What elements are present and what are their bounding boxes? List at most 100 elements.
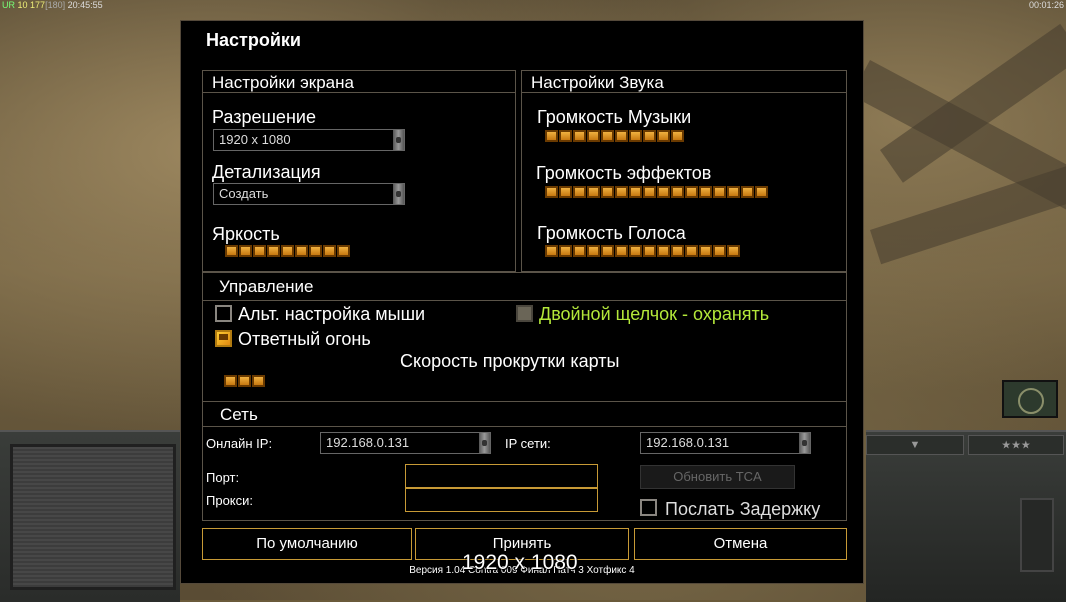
static-screen — [10, 444, 176, 590]
update-tca-button[interactable]: Обновить TCA — [640, 465, 795, 489]
section-title: Управление — [203, 273, 846, 301]
send-delay-checkbox[interactable] — [640, 499, 657, 516]
tab-down-button[interactable]: ▼ — [866, 435, 964, 455]
hud-clock: 20:45:55 — [67, 0, 103, 10]
hud-value: 177 — [30, 0, 46, 10]
double-click-checkbox[interactable] — [516, 305, 533, 322]
dropdown-arrow-icon — [393, 130, 404, 150]
slider-segment — [699, 186, 712, 198]
slider-segment — [309, 245, 322, 257]
alt-mouse-checkbox[interactable] — [215, 305, 232, 322]
return-fire-label: Ответный огонь — [238, 329, 371, 349]
scroll-speed-label: Скорость прокрутки карты — [400, 351, 620, 371]
cancel-button[interactable]: Отмена — [634, 528, 847, 560]
game-control-panel-left — [0, 430, 180, 602]
slider-segment — [643, 186, 656, 198]
slider-segment — [713, 245, 726, 257]
slider-segment — [225, 245, 238, 257]
dialog-title: Настройки — [206, 30, 301, 50]
slider-segment — [323, 245, 336, 257]
side-slot — [1020, 498, 1054, 572]
resolution-overlay-text: 1920 x 1080 — [462, 551, 578, 574]
slider-segment — [239, 245, 252, 257]
default-button[interactable]: По умолчанию — [202, 528, 412, 560]
music-volume-slider[interactable] — [545, 130, 685, 142]
slider-segment — [699, 245, 712, 257]
online-ip-value: 192.168.0.131 — [326, 435, 410, 450]
slider-segment — [253, 245, 266, 257]
music-volume-label: Громкость Музыки — [537, 107, 692, 127]
scroll-speed-slider[interactable] — [224, 375, 266, 387]
slider-segment — [601, 130, 614, 142]
section-title: Сеть — [203, 402, 846, 427]
slider-segment — [238, 375, 251, 387]
section-title: Настройки Звука — [522, 71, 846, 93]
chevron-down-icon: ▼ — [909, 439, 921, 451]
slider-segment — [643, 245, 656, 257]
dropdown-arrow-icon — [799, 433, 810, 453]
voice-volume-label: Громкость Голоса — [537, 223, 686, 243]
slider-segment — [601, 245, 614, 257]
slider-segment — [587, 245, 600, 257]
slider-segment — [615, 245, 628, 257]
lan-ip-dropdown[interactable]: 192.168.0.131 — [640, 432, 811, 454]
slider-segment — [573, 130, 586, 142]
slider-segment — [587, 130, 600, 142]
slider-segment — [615, 130, 628, 142]
radar-button[interactable] — [1002, 380, 1058, 418]
hud-label: UR — [2, 0, 15, 10]
slider-segment — [573, 245, 586, 257]
hud-stats: UR 10 177[180] 20:45:55 — [2, 0, 103, 10]
radar-icon — [1018, 388, 1044, 414]
slider-segment — [337, 245, 350, 257]
hud-value: 10 — [17, 0, 28, 10]
double-click-label: Двойной щелчок - охранять — [539, 304, 770, 324]
slider-segment — [657, 186, 670, 198]
slider-segment — [601, 186, 614, 198]
slider-segment — [727, 186, 740, 198]
slider-segment — [587, 186, 600, 198]
return-fire-checkbox[interactable] — [215, 330, 232, 347]
detail-dropdown[interactable]: Создать — [213, 183, 405, 205]
lan-ip-value: 192.168.0.131 — [646, 435, 730, 450]
port-label: Порт: — [206, 470, 240, 485]
resolution-dropdown[interactable]: 1920 x 1080 — [213, 129, 405, 151]
effects-volume-slider[interactable] — [545, 186, 769, 198]
hud-top-bar: UR 10 177[180] 20:45:55 00:01:26 — [0, 0, 1066, 10]
hud-game-timer: 00:01:26 — [1028, 0, 1064, 10]
slider-segment — [755, 186, 768, 198]
slider-segment — [559, 186, 572, 198]
slider-segment — [267, 245, 280, 257]
section-title: Настройки экрана — [203, 71, 515, 93]
dropdown-arrow-icon — [393, 184, 404, 204]
tab-stars-button[interactable]: ★★★ — [968, 435, 1064, 455]
proxy-input[interactable] — [405, 488, 598, 512]
detail-value: Создать — [219, 186, 269, 201]
slider-segment — [727, 245, 740, 257]
slider-segment — [295, 245, 308, 257]
send-delay-label: Послать Задержку — [665, 499, 821, 519]
proxy-label: Прокси: — [206, 493, 254, 508]
slider-segment — [559, 245, 572, 257]
effects-volume-label: Громкость эффектов — [536, 163, 712, 183]
brightness-label: Яркость — [212, 224, 280, 244]
resolution-label: Разрешение — [212, 107, 316, 127]
game-control-panel-right — [866, 430, 1066, 602]
slider-segment — [629, 245, 642, 257]
slider-segment — [545, 130, 558, 142]
voice-volume-slider[interactable] — [545, 245, 741, 257]
slider-segment — [629, 130, 642, 142]
slider-segment — [629, 186, 642, 198]
online-ip-dropdown[interactable]: 192.168.0.131 — [320, 432, 491, 454]
slider-segment — [685, 186, 698, 198]
slider-segment — [671, 130, 684, 142]
port-input[interactable] — [405, 464, 598, 488]
alt-mouse-label: Альт. настройка мыши — [238, 304, 426, 324]
online-ip-label: Онлайн IP: — [206, 436, 273, 451]
slider-segment — [615, 186, 628, 198]
stars-icon: ★★★ — [1001, 439, 1031, 452]
brightness-slider[interactable] — [225, 245, 351, 257]
resolution-value: 1920 x 1080 — [219, 132, 291, 147]
slider-segment — [559, 130, 572, 142]
detail-label: Детализация — [212, 162, 321, 182]
